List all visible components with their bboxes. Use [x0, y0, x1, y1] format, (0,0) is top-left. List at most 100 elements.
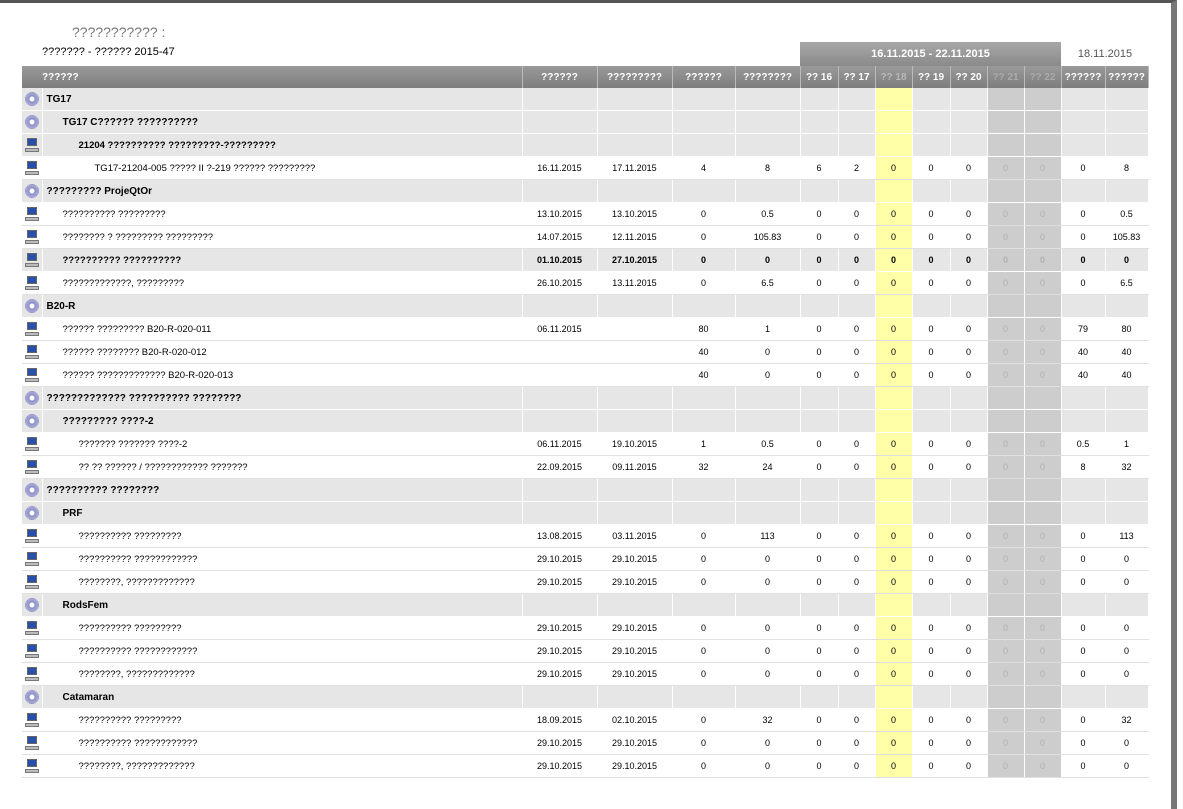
cell-8 [912, 478, 951, 502]
task-row[interactable]: ?????? ???????? B20-R-020-012 40 0 0 0 0 0 0 0 0 4… [22, 340, 1149, 364]
row-name[interactable]: TG17-21204-005 ????? II ?-219 ?????? ???… [42, 156, 523, 180]
row-name[interactable]: PRF [42, 501, 523, 525]
task-row[interactable]: ??????? ??????? ????-2 06.11.2015 19.10.20… [22, 432, 1149, 456]
column-header-11[interactable]: ?? 22 [1024, 66, 1062, 88]
activity-computer-icon [24, 230, 39, 244]
task-row[interactable]: ?????????? ????????? 18.09.2015 02.10.2015… [22, 708, 1149, 732]
cell-8 [912, 110, 951, 134]
task-row[interactable]: TG17-21204-005 ????? II ?-219 ?????? ???… [22, 156, 1149, 180]
row-name[interactable]: ?????????? ????????? [42, 708, 523, 732]
task-row[interactable]: ?????????? ????????? 29.10.2015 29.10.2015… [22, 616, 1149, 640]
task-row[interactable]: ?????????? ????????? 13.10.2015 13.10.2015… [22, 202, 1149, 226]
column-header-10[interactable]: ?? 21 [987, 66, 1025, 88]
group-row[interactable]: TG17 C?????? ?????????? [22, 110, 1149, 134]
column-header-9[interactable]: ?? 20 [950, 66, 988, 88]
task-row[interactable]: ?????? ????????????? B20-R-020-013 40 0 0 0 0… [22, 363, 1149, 387]
row-name[interactable]: TG17 [42, 88, 523, 111]
cell-3 [672, 478, 736, 502]
row-name[interactable]: Catamaran [42, 685, 523, 709]
cell-6: 0 [838, 340, 876, 364]
row-name[interactable]: ?? ?? ?????? / ???????????? ??????? [42, 455, 523, 479]
row-name[interactable]: 21204 ?????????? ?????????-????????? [42, 133, 523, 157]
row-name[interactable]: ????????, ????????????? [42, 754, 523, 778]
task-row[interactable]: ?????? ????????? B20-R-020-011 06.11.2015… [22, 317, 1149, 341]
group-row[interactable]: ????????? ProjeQtOr [22, 179, 1149, 203]
group-row[interactable]: TG17 [22, 88, 1149, 111]
row-name[interactable]: ???????? ? ????????? ????????? [42, 225, 523, 249]
cell-8: 0 [912, 225, 951, 249]
task-row[interactable]: ????????, ????????????? 29.10.2015 29.10.2… [22, 662, 1149, 686]
task-row[interactable]: ????????, ????????????? 29.10.2015 29.10.2… [22, 570, 1149, 594]
row-name[interactable]: RodsFem [42, 593, 523, 617]
row-name[interactable]: ?????? ????????? B20-R-020-011 [42, 317, 523, 341]
row-name[interactable]: ?????????????, ????????? [42, 271, 523, 295]
activity-row[interactable]: ?????????? ?????????? 01.10.2015 27.10.201… [22, 248, 1149, 272]
cell-12 [1061, 179, 1106, 203]
task-row[interactable]: ?? ?? ?????? / ???????????? ??????? 22.09… [22, 455, 1149, 479]
row-name[interactable]: ?????????? ????????? [42, 524, 523, 548]
task-row[interactable]: ?????????? ????????? 13.08.2015 03.11.2015… [22, 524, 1149, 548]
row-name[interactable]: ?????????? ????????? [42, 202, 523, 226]
row-name[interactable]: ????????? ProjeQtOr [42, 179, 523, 203]
row-name[interactable]: ?????????? ???????????? [42, 731, 523, 755]
task-row[interactable]: ?????????? ???????????? 29.10.2015 29.10.2… [22, 639, 1149, 663]
column-header-1[interactable]: ?????? [522, 66, 598, 88]
activity-computer-icon [24, 529, 39, 543]
column-header-12[interactable]: ?????? [1061, 66, 1106, 88]
cell-12: 0 [1061, 547, 1106, 571]
cell-12: 0 [1061, 731, 1106, 755]
group-row[interactable]: PRF [22, 501, 1149, 525]
column-header-0[interactable]: ?????? [22, 66, 523, 88]
row-name[interactable]: ????????? ????-2 [42, 409, 523, 433]
task-row[interactable]: ?????????????, ????????? 26.10.2015 13.11.… [22, 271, 1149, 295]
row-name[interactable]: ????????????? ?????????? ???????? [42, 386, 523, 410]
cell-3: 80 [672, 317, 736, 341]
row-name[interactable]: ?????????? ???????????? [42, 547, 523, 571]
activity-row[interactable]: 21204 ?????????? ?????????-????????? [22, 133, 1149, 157]
row-name[interactable]: ?????????? ????????? [42, 616, 523, 640]
column-header-4[interactable]: ???????? [735, 66, 801, 88]
cell-6 [838, 386, 876, 410]
column-header-3[interactable]: ?????? [672, 66, 736, 88]
task-row[interactable]: ?????????? ???????????? 29.10.2015 29.10.2… [22, 731, 1149, 755]
row-name[interactable]: ????????, ????????????? [42, 570, 523, 594]
cell-13 [1105, 593, 1149, 617]
cell-13: 0 [1105, 547, 1149, 571]
row-name[interactable]: TG17 C?????? ?????????? [42, 110, 523, 134]
row-name[interactable]: ?????? ????????????? B20-R-020-013 [42, 363, 523, 387]
cell-4: 8 [735, 156, 801, 180]
group-row[interactable]: B20-R [22, 294, 1149, 318]
cell-6: 0 [838, 639, 876, 663]
cell-5: 0 [800, 524, 839, 548]
cell-4 [735, 478, 801, 502]
task-row[interactable]: ????????, ????????????? 29.10.2015 29.10.2… [22, 754, 1149, 778]
group-row[interactable]: ????????????? ?????????? ???????? [22, 386, 1149, 410]
row-name[interactable]: B20-R [42, 294, 523, 318]
row-name[interactable]: ??????? ??????? ????-2 [42, 432, 523, 456]
task-row[interactable]: ???????? ? ????????? ????????? 14.07.2015… [22, 225, 1149, 249]
cell-7: 0 [875, 570, 913, 594]
cell-7 [875, 179, 913, 203]
row-name[interactable]: ????????, ????????????? [42, 662, 523, 686]
column-header-5[interactable]: ?? 16 [800, 66, 839, 88]
column-header-8[interactable]: ?? 19 [912, 66, 951, 88]
cell-7: 0 [875, 639, 913, 663]
cell-6 [838, 478, 876, 502]
cell-10: 0 [987, 754, 1025, 778]
group-row[interactable]: RodsFem [22, 593, 1149, 617]
row-name[interactable]: ?????????? ???????? [42, 478, 523, 502]
group-row[interactable]: Catamaran [22, 685, 1149, 709]
column-header-7[interactable]: ?? 18 [875, 66, 913, 88]
column-header-6[interactable]: ?? 17 [838, 66, 876, 88]
column-header-13[interactable]: ?????? [1105, 66, 1149, 88]
group-row[interactable]: ?????????? ???????? [22, 478, 1149, 502]
group-row[interactable]: ????????? ????-2 [22, 409, 1149, 433]
row-name[interactable]: ?????????? ???????????? [42, 639, 523, 663]
task-row[interactable]: ?????????? ???????????? 29.10.2015 29.10.2… [22, 547, 1149, 571]
cell-7: 0 [875, 731, 913, 755]
cell-9 [950, 501, 988, 525]
cell-5 [800, 501, 839, 525]
row-name[interactable]: ?????? ???????? B20-R-020-012 [42, 340, 523, 364]
column-header-2[interactable]: ????????? [597, 66, 673, 88]
row-name[interactable]: ?????????? ?????????? [42, 248, 523, 272]
